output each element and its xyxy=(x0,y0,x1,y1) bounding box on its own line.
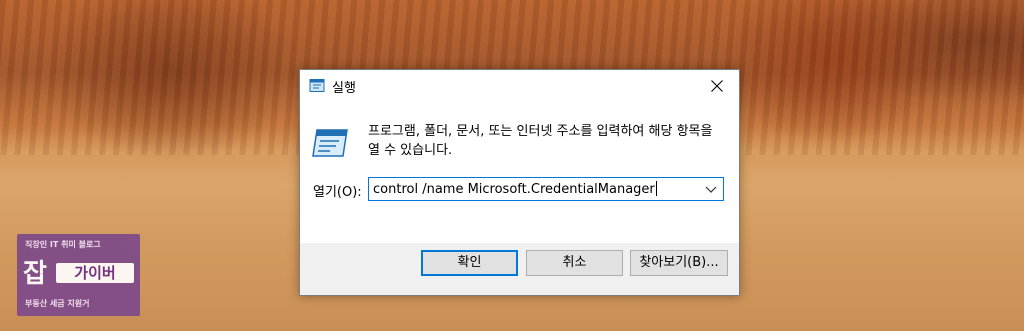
ok-button[interactable]: 확인 xyxy=(421,250,518,276)
close-button[interactable] xyxy=(695,70,739,101)
open-input[interactable]: control /name Microsoft.CredentialManage… xyxy=(373,181,657,197)
close-icon xyxy=(711,79,723,92)
title-bar[interactable]: 실행 xyxy=(300,70,739,101)
dialog-description: 프로그램, 폴더, 문서, 또는 인터넷 주소를 입력하여 해당 항목을 열 수… xyxy=(368,124,713,158)
watermark-tagline: 직장인 IT 취미 블로그 xyxy=(25,240,101,249)
watermark-subtitle: 부동산 세금 지원거 xyxy=(25,299,90,308)
open-input-text: control /name Microsoft.CredentialManage… xyxy=(373,182,655,197)
watermark-name: 가이버 xyxy=(56,263,134,283)
blog-watermark-logo: 직장인 IT 취미 블로그 잡 가이버 부동산 세금 지원거 xyxy=(17,234,140,316)
cancel-button[interactable]: 취소 xyxy=(526,250,623,276)
open-label: 열기(O): xyxy=(313,185,362,200)
text-caret xyxy=(655,181,657,196)
browse-button[interactable]: 찾아보기(B)... xyxy=(630,250,728,276)
watermark-initial: 잡 xyxy=(23,259,47,289)
dialog-title: 실행 xyxy=(332,81,356,96)
run-icon xyxy=(312,129,348,157)
run-dialog: 실행 프로그램, 폴더, 문서, 또는 인터넷 주소를 입력하여 해당 항목을 … xyxy=(299,69,740,296)
chevron-down-icon[interactable] xyxy=(705,184,717,194)
open-combobox[interactable]: control /name Microsoft.CredentialManage… xyxy=(368,177,724,201)
dialog-content: 프로그램, 폴더, 문서, 또는 인터넷 주소를 입력하여 해당 항목을 열 수… xyxy=(300,101,739,243)
run-icon xyxy=(309,79,325,92)
